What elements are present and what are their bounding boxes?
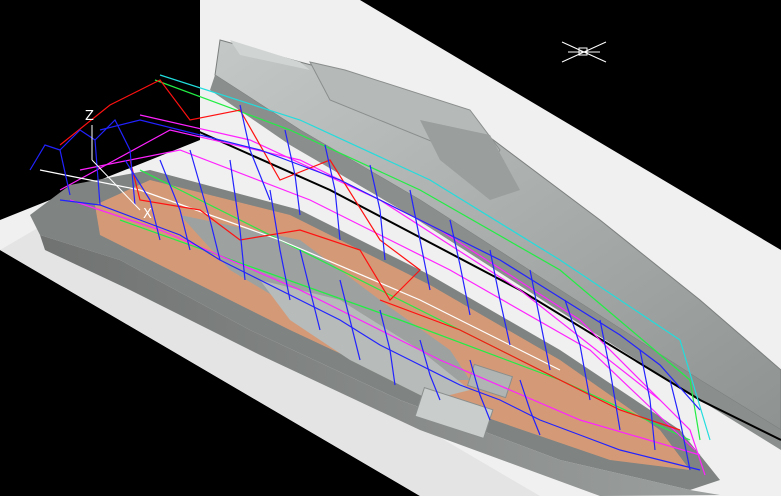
- axis-label-x: X: [143, 207, 152, 222]
- scene-canvas[interactable]: Z X: [0, 0, 781, 496]
- axis-label-z: Z: [85, 109, 94, 124]
- 3d-viewport[interactable]: Z X: [0, 0, 781, 496]
